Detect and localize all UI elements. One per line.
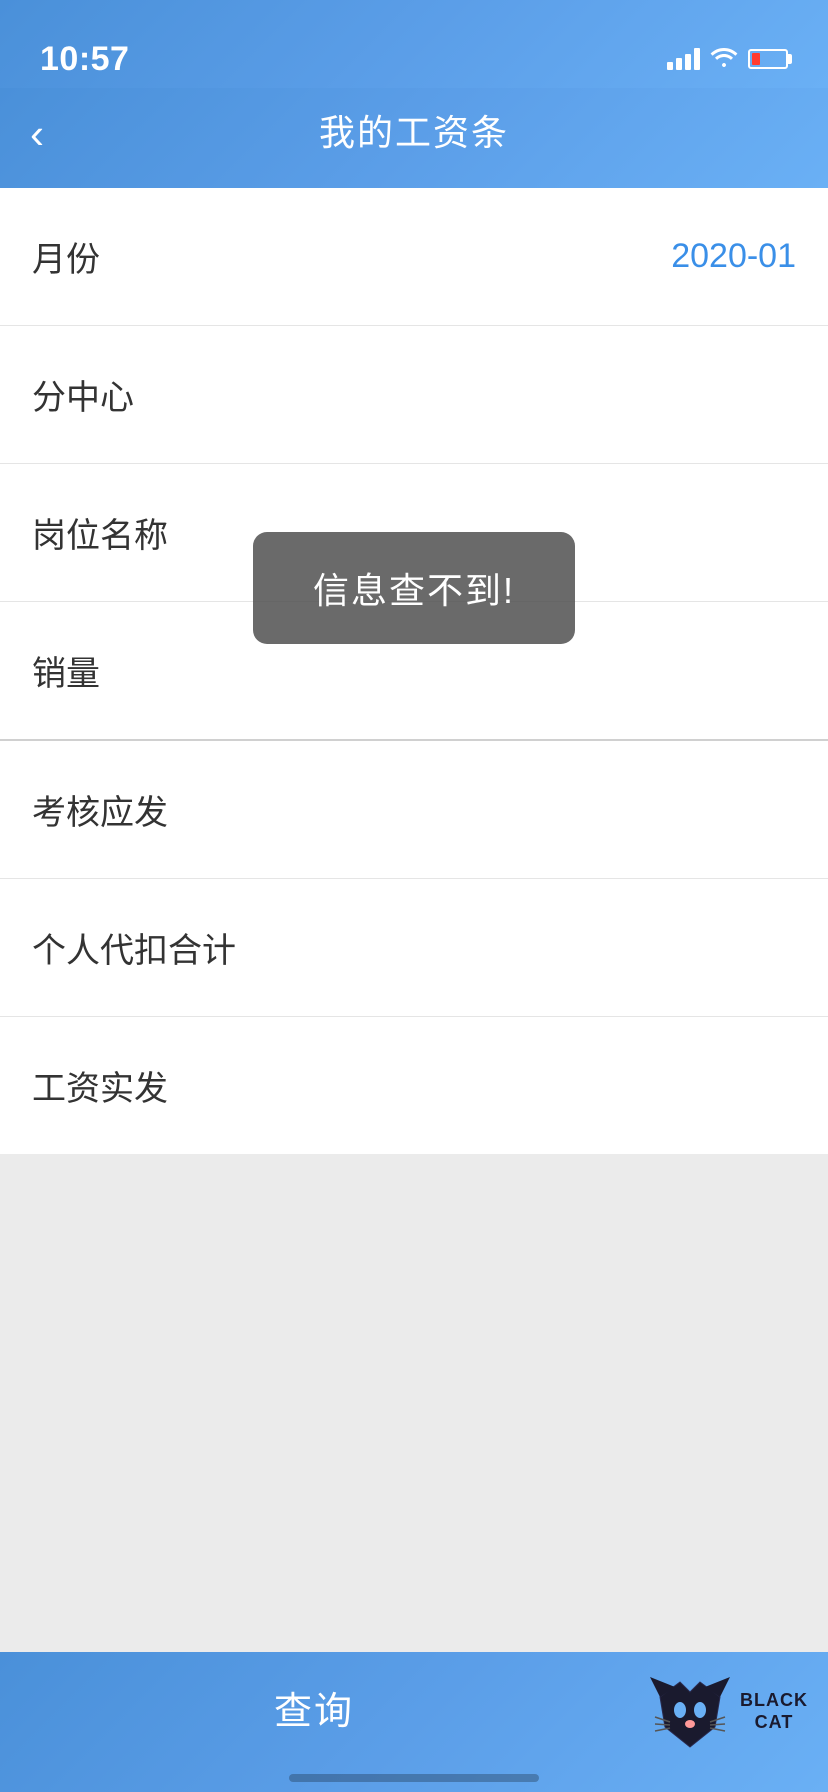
- signal-icon: [667, 48, 700, 70]
- deduction-label: 个人代扣合计: [32, 923, 236, 972]
- subcenter-row: 分中心: [0, 326, 828, 464]
- position-row: 岗位名称: [0, 464, 828, 602]
- home-indicator: [289, 1774, 539, 1782]
- content-wrapper: 月份 2020-01 分中心 岗位名称 销量 考核应发 个人代扣合计 工资实发: [0, 188, 828, 1674]
- sales-label: 销量: [32, 646, 100, 695]
- subcenter-label: 分中心: [32, 370, 134, 419]
- sales-row: 销量: [0, 602, 828, 741]
- assessment-label: 考核应发: [32, 785, 168, 834]
- query-label: 查询: [274, 1680, 354, 1735]
- battery-icon: [748, 49, 788, 69]
- status-time: 10:57: [40, 40, 129, 79]
- month-label: 月份: [32, 232, 100, 281]
- month-value: 2020-01: [671, 237, 796, 276]
- query-tab[interactable]: 查询: [0, 1680, 628, 1745]
- tab-bar: 查询 BLACK CAT: [0, 1652, 828, 1792]
- page-title: 我的工资条: [319, 104, 509, 156]
- actual-salary-label: 工资实发: [32, 1061, 168, 1110]
- assessment-row: 考核应发: [0, 741, 828, 879]
- blackcat-text-en2: CAT: [755, 1712, 794, 1734]
- deduction-row: 个人代扣合计: [0, 879, 828, 1017]
- blackcat-icon: [650, 1672, 730, 1752]
- form-content: 月份 2020-01 分中心 岗位名称 销量 考核应发 个人代扣合计 工资实发: [0, 188, 828, 1154]
- month-row[interactable]: 月份 2020-01: [0, 188, 828, 326]
- actual-salary-row: 工资实发: [0, 1017, 828, 1154]
- gray-area: [0, 1154, 828, 1674]
- back-button[interactable]: ‹: [30, 113, 44, 155]
- blackcat-text-en: BLACK: [740, 1690, 808, 1712]
- blackcat-logo: BLACK CAT: [628, 1652, 828, 1772]
- position-label: 岗位名称: [32, 508, 168, 557]
- status-icons: [667, 45, 788, 73]
- nav-header: ‹ 我的工资条: [0, 88, 828, 188]
- status-bar: 10:57: [0, 0, 828, 88]
- wifi-icon: [710, 45, 738, 73]
